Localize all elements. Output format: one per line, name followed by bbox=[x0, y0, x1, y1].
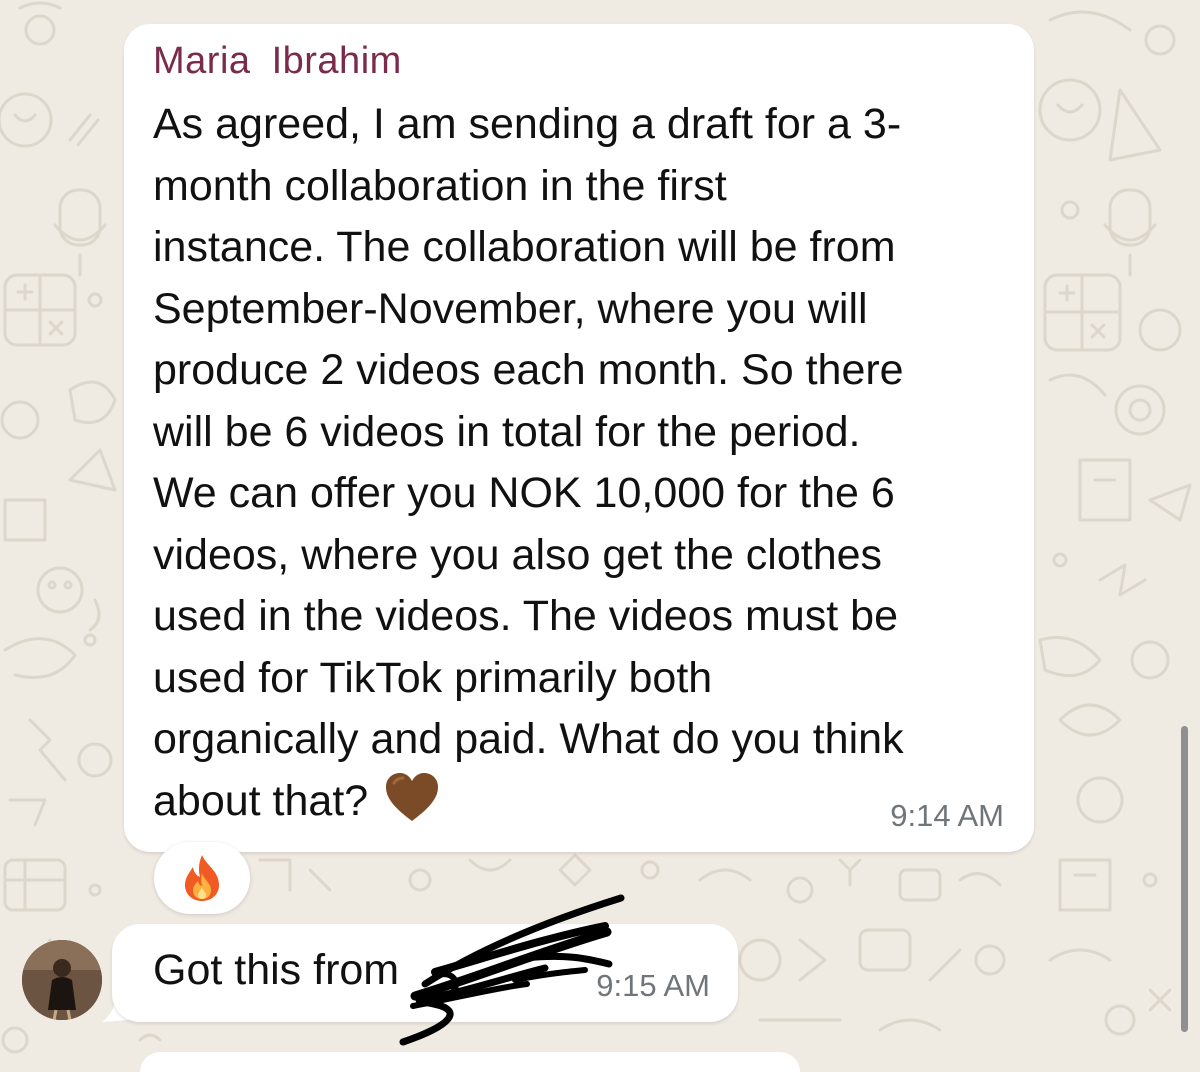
message-line: instance. The collaboration will be from bbox=[153, 223, 896, 271]
message-timestamp: 9:14 AM bbox=[890, 798, 1004, 833]
message-line: September-November, where you will bbox=[153, 284, 868, 333]
redaction-scribble bbox=[399, 894, 625, 1046]
message-line: month collaboration in the first bbox=[153, 161, 727, 210]
brown-heart-icon bbox=[386, 772, 439, 821]
message-line: videos, where you also get the clothes bbox=[153, 530, 883, 579]
message-line: produce 2 videos each month. So there bbox=[153, 346, 904, 394]
message-text: Got this from bbox=[153, 946, 400, 994]
message-bubble-partial[interactable] bbox=[140, 1052, 800, 1072]
message-line: used in the videos. The videos must be bbox=[153, 592, 898, 640]
sender-name[interactable]: Maria Ibrahim bbox=[153, 40, 402, 83]
fire-icon bbox=[185, 855, 219, 901]
scrollbar[interactable] bbox=[1181, 726, 1188, 1032]
message-line: used for TikTok primarily both bbox=[153, 653, 713, 702]
message-line: will be 6 videos in total for the period… bbox=[153, 407, 861, 456]
avatar-photo bbox=[22, 940, 102, 1020]
message-text: As agreed, I am sending a draft for a 3-… bbox=[153, 94, 1003, 832]
message-line: organically and paid. What do you think bbox=[153, 715, 904, 763]
message-line: As agreed, I am sending a draft for a 3- bbox=[153, 100, 902, 148]
reaction-badge[interactable] bbox=[154, 842, 250, 914]
message-bubble[interactable]: Maria Ibrahim As agreed, I am sending a … bbox=[124, 24, 1034, 852]
message-line: We can offer you NOK 10,000 for the 6 bbox=[153, 469, 895, 517]
message-line: about that? bbox=[153, 776, 369, 825]
avatar[interactable] bbox=[22, 940, 102, 1020]
